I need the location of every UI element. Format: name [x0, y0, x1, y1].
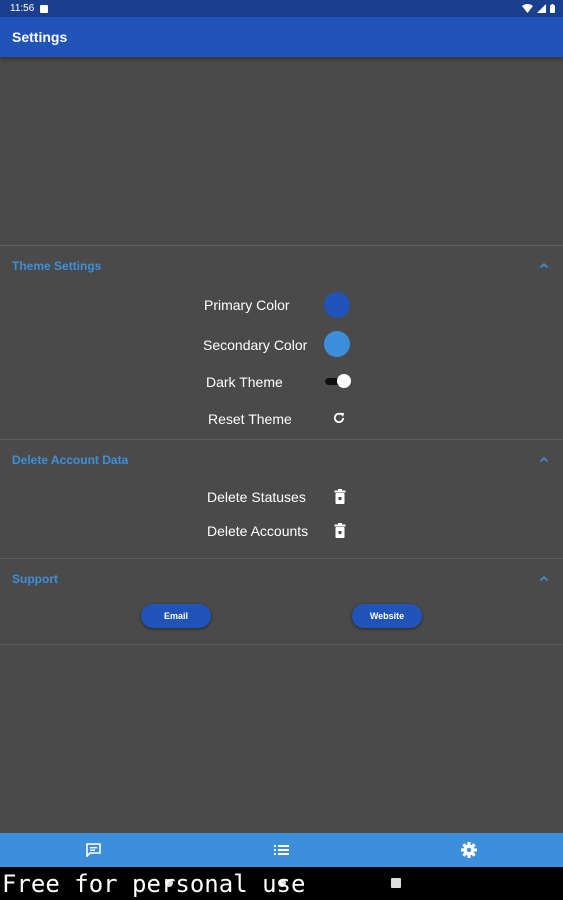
- email-button[interactable]: Email: [141, 604, 211, 628]
- status-time: 11:56: [10, 3, 35, 14]
- delete-accounts-row: Delete Accounts: [207, 523, 308, 539]
- dark-theme-row: Dark Theme: [206, 374, 283, 390]
- primary-color-label: Primary Color: [204, 297, 290, 313]
- reset-theme-button[interactable]: [331, 410, 347, 426]
- trash-icon: [334, 522, 346, 538]
- reset-theme-row: Reset Theme: [208, 411, 292, 427]
- signal-icon: [537, 4, 546, 13]
- delete-data-title: Delete Account Data: [12, 453, 129, 467]
- section-divider: [0, 644, 563, 645]
- app-bar: Settings: [0, 17, 563, 57]
- battery-icon: [550, 4, 555, 13]
- reset-theme-label: Reset Theme: [208, 411, 292, 427]
- watermark-text: Free for personal use: [2, 870, 306, 898]
- chevron-up-icon[interactable]: [539, 455, 549, 465]
- list-icon: [274, 845, 289, 855]
- gear-icon: [461, 842, 478, 858]
- theme-settings-title: Theme Settings: [12, 259, 102, 273]
- bottom-navigation: [0, 833, 563, 867]
- primary-color-row: Primary Color: [204, 297, 290, 313]
- nav-item-messages[interactable]: [0, 833, 188, 867]
- support-header[interactable]: Support: [0, 568, 563, 590]
- chevron-up-icon[interactable]: [539, 261, 549, 271]
- delete-statuses-label: Delete Statuses: [207, 489, 306, 505]
- theme-settings-header[interactable]: Theme Settings: [0, 255, 563, 277]
- delete-accounts-button[interactable]: [332, 522, 348, 538]
- delete-accounts-label: Delete Accounts: [207, 523, 309, 539]
- dark-theme-label: Dark Theme: [206, 374, 283, 390]
- delete-statuses-button[interactable]: [332, 488, 348, 504]
- recents-icon[interactable]: [391, 878, 401, 888]
- delete-statuses-row: Delete Statuses: [207, 489, 306, 505]
- status-bar: 11:56: [0, 0, 563, 17]
- secondary-color-swatch[interactable]: [324, 331, 350, 357]
- nav-item-settings[interactable]: [375, 833, 563, 867]
- section-divider: [0, 558, 563, 559]
- chevron-up-icon[interactable]: [539, 574, 549, 584]
- support-title: Support: [12, 572, 58, 586]
- refresh-icon: [333, 412, 345, 424]
- section-divider: [0, 439, 563, 440]
- secondary-color-label: Secondary Color: [203, 337, 308, 353]
- chat-icon: [86, 843, 102, 857]
- nav-item-list[interactable]: [188, 833, 376, 867]
- toggle-knob: [337, 374, 351, 388]
- primary-color-swatch[interactable]: [324, 292, 350, 318]
- website-button[interactable]: Website: [352, 604, 422, 628]
- notification-icon: [40, 4, 49, 13]
- wifi-icon: [522, 4, 533, 13]
- page-title: Settings: [12, 29, 68, 45]
- section-divider: [0, 245, 563, 246]
- delete-data-header[interactable]: Delete Account Data: [0, 449, 563, 471]
- dark-theme-toggle[interactable]: [325, 374, 351, 388]
- secondary-color-row: Secondary Color: [203, 337, 307, 353]
- trash-icon: [334, 488, 346, 504]
